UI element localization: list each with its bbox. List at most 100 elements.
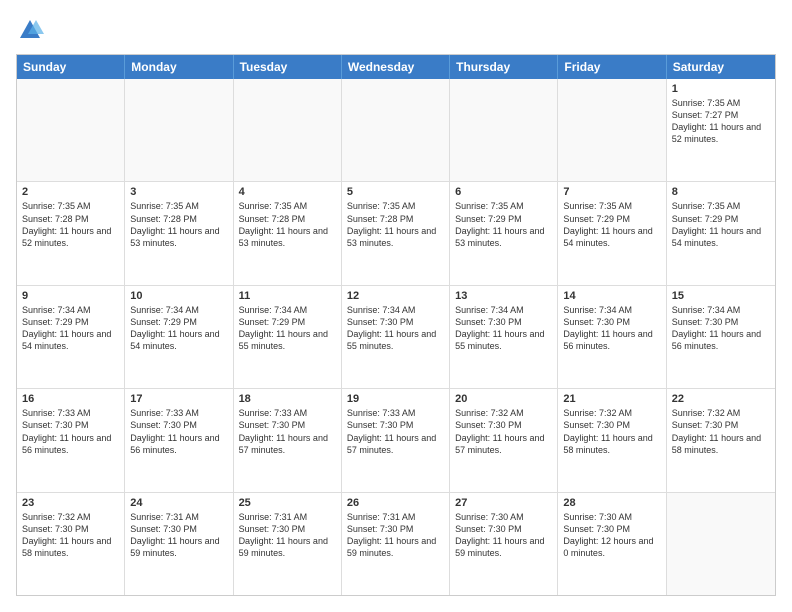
calendar-cell: 8 Sunrise: 7:35 AM Sunset: 7:29 PM Daylig… <box>667 182 775 284</box>
day-number: 11 <box>239 290 336 302</box>
calendar-cell <box>450 79 558 181</box>
calendar-cell: 10Sunrise: 7:34 AM Sunset: 7:29 PM Dayli… <box>125 286 233 388</box>
page: SundayMondayTuesdayWednesdayThursdayFrid… <box>0 0 792 612</box>
day-number: 2 <box>22 186 119 198</box>
day-number: 16 <box>22 393 119 405</box>
day-number: 10 <box>130 290 227 302</box>
calendar-cell: 6 Sunrise: 7:35 AM Sunset: 7:29 PM Daylig… <box>450 182 558 284</box>
cell-info: Sunrise: 7:35 AM Sunset: 7:28 PM Dayligh… <box>239 200 336 249</box>
day-number: 24 <box>130 497 227 509</box>
cell-info: Sunrise: 7:32 AM Sunset: 7:30 PM Dayligh… <box>563 407 660 456</box>
weekday-header: Thursday <box>450 55 558 79</box>
day-number: 25 <box>239 497 336 509</box>
logo <box>16 16 48 44</box>
header <box>16 16 776 44</box>
calendar-cell: 28 Sunrise: 7:30 AM Sunset: 7:30 PM Dayli… <box>558 493 666 595</box>
cell-info: Sunrise: 7:35 AM Sunset: 7:28 PM Dayligh… <box>130 200 227 249</box>
cell-info: Sunrise: 7:32 AM Sunset: 7:30 PM Dayligh… <box>672 407 770 456</box>
day-number: 28 <box>563 497 660 509</box>
calendar-cell: 13 Sunrise: 7:34 AM Sunset: 7:30 PM Dayli… <box>450 286 558 388</box>
calendar-cell: 11 Sunrise: 7:34 AM Sunset: 7:29 PM Dayli… <box>234 286 342 388</box>
day-number: 15 <box>672 290 770 302</box>
logo-icon <box>16 16 44 44</box>
cell-info: Sunrise: 7:34 AM Sunset: 7:29 PM Dayligh… <box>239 304 336 353</box>
cell-info: Sunrise: 7:34 AM Sunset: 7:30 PM Dayligh… <box>455 304 552 353</box>
day-number: 12 <box>347 290 444 302</box>
calendar-header: SundayMondayTuesdayWednesdayThursdayFrid… <box>17 55 775 79</box>
day-number: 20 <box>455 393 552 405</box>
cell-info: Sunrise: 7:34 AM Sunset: 7:30 PM Dayligh… <box>563 304 660 353</box>
day-number: 9 <box>22 290 119 302</box>
day-number: 1 <box>672 83 770 95</box>
cell-info: Sunrise: 7:35 AM Sunset: 7:27 PM Dayligh… <box>672 97 770 146</box>
calendar-row: 23Sunrise: 7:32 AM Sunset: 7:30 PM Dayli… <box>17 493 775 595</box>
day-number: 27 <box>455 497 552 509</box>
day-number: 6 <box>455 186 552 198</box>
cell-info: Sunrise: 7:31 AM Sunset: 7:30 PM Dayligh… <box>347 511 444 560</box>
cell-info: Sunrise: 7:34 AM Sunset: 7:30 PM Dayligh… <box>347 304 444 353</box>
calendar-cell: 12 Sunrise: 7:34 AM Sunset: 7:30 PM Dayli… <box>342 286 450 388</box>
cell-info: Sunrise: 7:30 AM Sunset: 7:30 PM Dayligh… <box>455 511 552 560</box>
calendar-row: 2 Sunrise: 7:35 AM Sunset: 7:28 PM Daylig… <box>17 182 775 285</box>
weekday-header: Wednesday <box>342 55 450 79</box>
calendar-cell <box>558 79 666 181</box>
weekday-header: Sunday <box>17 55 125 79</box>
calendar-cell: 27 Sunrise: 7:30 AM Sunset: 7:30 PM Dayli… <box>450 493 558 595</box>
calendar-cell: 22 Sunrise: 7:32 AM Sunset: 7:30 PM Dayli… <box>667 389 775 491</box>
cell-info: Sunrise: 7:30 AM Sunset: 7:30 PM Dayligh… <box>563 511 660 560</box>
calendar-cell: 2 Sunrise: 7:35 AM Sunset: 7:28 PM Daylig… <box>17 182 125 284</box>
cell-info: Sunrise: 7:31 AM Sunset: 7:30 PM Dayligh… <box>130 511 227 560</box>
weekday-header: Saturday <box>667 55 775 79</box>
cell-info: Sunrise: 7:34 AM Sunset: 7:30 PM Dayligh… <box>672 304 770 353</box>
calendar-cell: 26 Sunrise: 7:31 AM Sunset: 7:30 PM Dayli… <box>342 493 450 595</box>
cell-info: Sunrise: 7:33 AM Sunset: 7:30 PM Dayligh… <box>239 407 336 456</box>
calendar-cell: 16 Sunrise: 7:33 AM Sunset: 7:30 PM Dayli… <box>17 389 125 491</box>
day-number: 8 <box>672 186 770 198</box>
cell-info: Sunrise: 7:34 AM Sunset: 7:29 PM Dayligh… <box>22 304 119 353</box>
cell-info: Sunrise: 7:35 AM Sunset: 7:29 PM Dayligh… <box>672 200 770 249</box>
calendar-cell: 15 Sunrise: 7:34 AM Sunset: 7:30 PM Dayli… <box>667 286 775 388</box>
calendar-cell: 7 Sunrise: 7:35 AM Sunset: 7:29 PM Daylig… <box>558 182 666 284</box>
day-number: 7 <box>563 186 660 198</box>
cell-info: Sunrise: 7:35 AM Sunset: 7:28 PM Dayligh… <box>22 200 119 249</box>
calendar-row: 9 Sunrise: 7:34 AM Sunset: 7:29 PM Daylig… <box>17 286 775 389</box>
weekday-header: Monday <box>125 55 233 79</box>
calendar-cell: 3 Sunrise: 7:35 AM Sunset: 7:28 PM Daylig… <box>125 182 233 284</box>
calendar: SundayMondayTuesdayWednesdayThursdayFrid… <box>16 54 776 596</box>
day-number: 3 <box>130 186 227 198</box>
calendar-cell: 20 Sunrise: 7:32 AM Sunset: 7:30 PM Dayli… <box>450 389 558 491</box>
calendar-cell <box>667 493 775 595</box>
weekday-header: Tuesday <box>234 55 342 79</box>
day-number: 19 <box>347 393 444 405</box>
day-number: 18 <box>239 393 336 405</box>
day-number: 14 <box>563 290 660 302</box>
calendar-cell: 4 Sunrise: 7:35 AM Sunset: 7:28 PM Daylig… <box>234 182 342 284</box>
calendar-cell: 19Sunrise: 7:33 AM Sunset: 7:30 PM Dayli… <box>342 389 450 491</box>
cell-info: Sunrise: 7:35 AM Sunset: 7:29 PM Dayligh… <box>455 200 552 249</box>
cell-info: Sunrise: 7:35 AM Sunset: 7:29 PM Dayligh… <box>563 200 660 249</box>
day-number: 4 <box>239 186 336 198</box>
cell-info: Sunrise: 7:33 AM Sunset: 7:30 PM Dayligh… <box>22 407 119 456</box>
calendar-cell: 5Sunrise: 7:35 AM Sunset: 7:28 PM Daylig… <box>342 182 450 284</box>
calendar-cell <box>17 79 125 181</box>
calendar-cell: 25Sunrise: 7:31 AM Sunset: 7:30 PM Dayli… <box>234 493 342 595</box>
day-number: 21 <box>563 393 660 405</box>
calendar-cell <box>342 79 450 181</box>
day-number: 23 <box>22 497 119 509</box>
day-number: 26 <box>347 497 444 509</box>
calendar-cell: 18 Sunrise: 7:33 AM Sunset: 7:30 PM Dayli… <box>234 389 342 491</box>
day-number: 13 <box>455 290 552 302</box>
calendar-body: 1 Sunrise: 7:35 AM Sunset: 7:27 PM Daylig… <box>17 79 775 595</box>
calendar-cell: 9 Sunrise: 7:34 AM Sunset: 7:29 PM Daylig… <box>17 286 125 388</box>
calendar-cell: 23Sunrise: 7:32 AM Sunset: 7:30 PM Dayli… <box>17 493 125 595</box>
calendar-cell: 21 Sunrise: 7:32 AM Sunset: 7:30 PM Dayli… <box>558 389 666 491</box>
calendar-cell: 14 Sunrise: 7:34 AM Sunset: 7:30 PM Dayli… <box>558 286 666 388</box>
calendar-row: 1 Sunrise: 7:35 AM Sunset: 7:27 PM Daylig… <box>17 79 775 182</box>
calendar-cell: 17Sunrise: 7:33 AM Sunset: 7:30 PM Dayli… <box>125 389 233 491</box>
cell-info: Sunrise: 7:35 AM Sunset: 7:28 PM Dayligh… <box>347 200 444 249</box>
cell-info: Sunrise: 7:32 AM Sunset: 7:30 PM Dayligh… <box>455 407 552 456</box>
day-number: 17 <box>130 393 227 405</box>
calendar-row: 16 Sunrise: 7:33 AM Sunset: 7:30 PM Dayli… <box>17 389 775 492</box>
day-number: 22 <box>672 393 770 405</box>
calendar-cell <box>125 79 233 181</box>
